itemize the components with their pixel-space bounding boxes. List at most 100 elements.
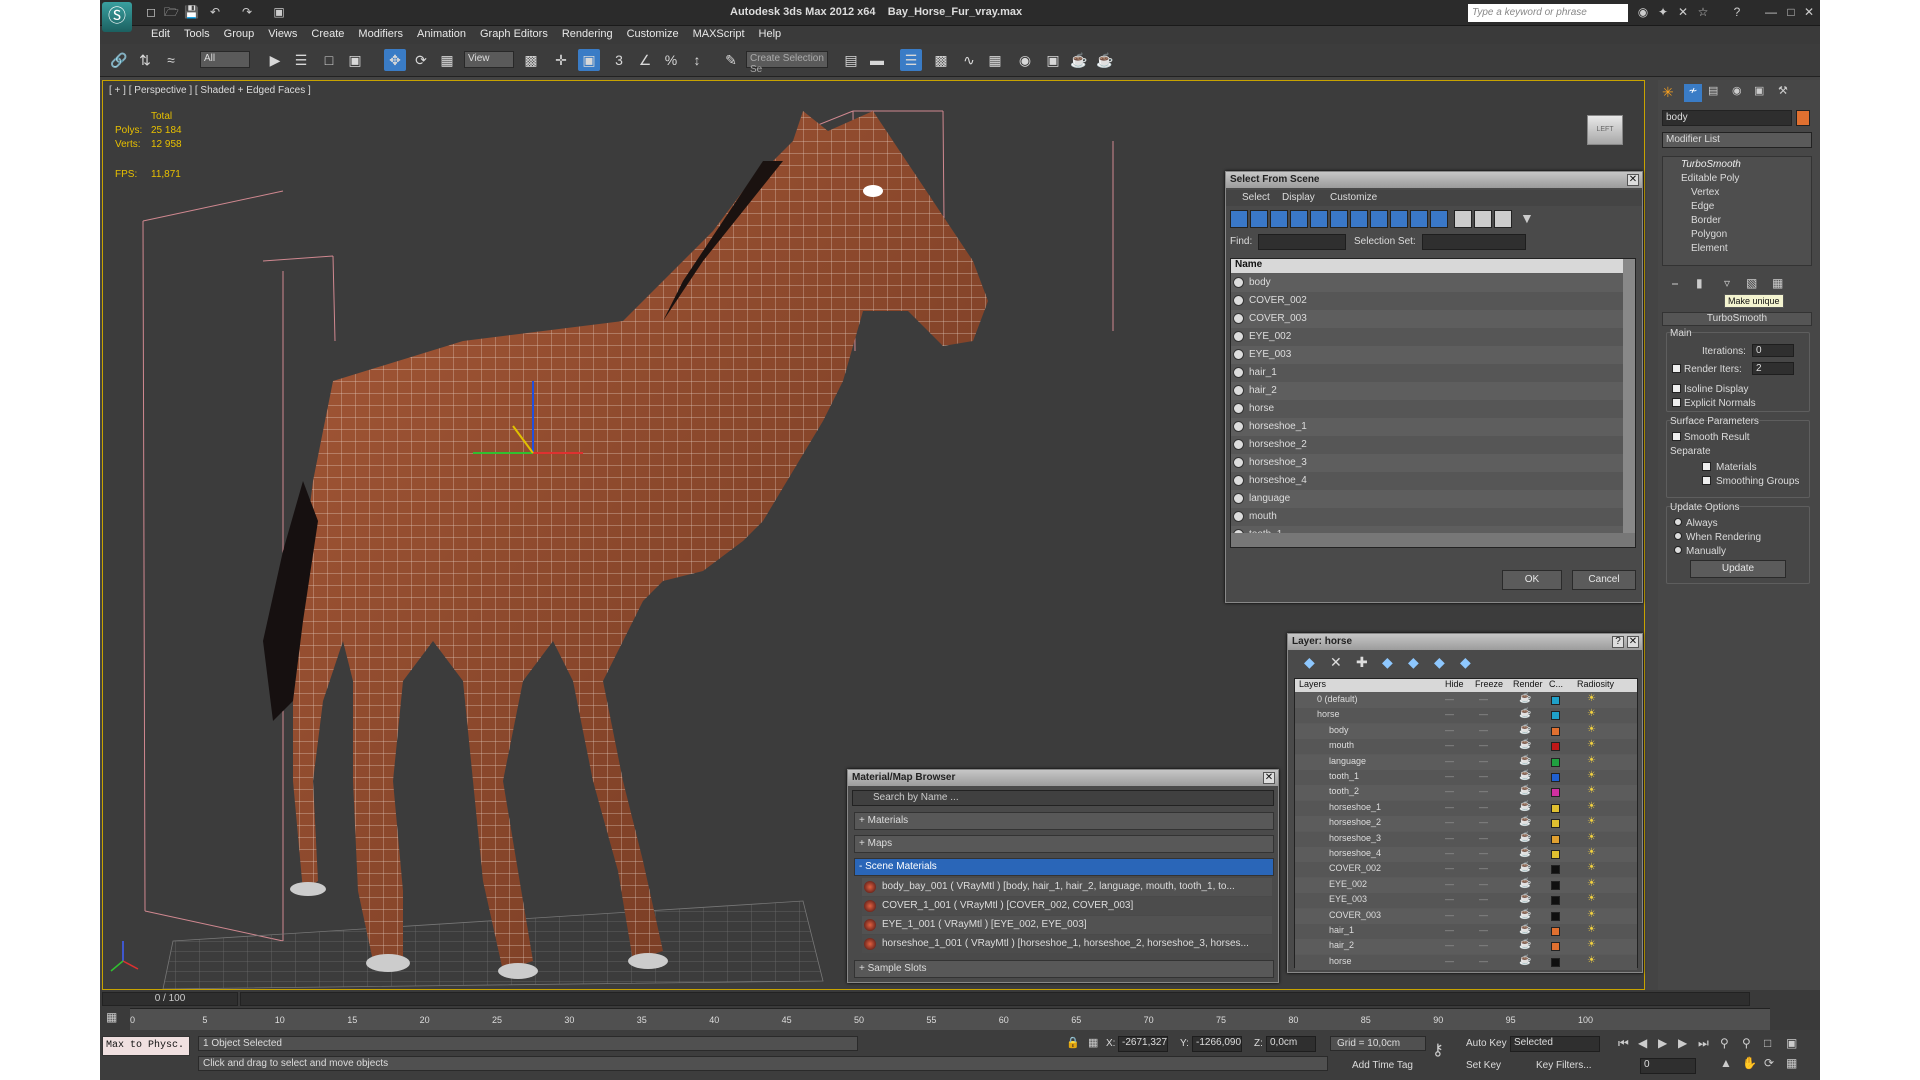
col-hide[interactable]: Hide bbox=[1445, 679, 1464, 689]
z-coordinate-field[interactable]: 0,0cm bbox=[1266, 1036, 1316, 1052]
radiosity-icon[interactable]: ☀ bbox=[1587, 755, 1596, 766]
col-radiosity[interactable]: Radiosity bbox=[1577, 679, 1614, 689]
minimize-icon[interactable]: — bbox=[1764, 5, 1778, 19]
find-input[interactable] bbox=[1258, 234, 1346, 250]
stack-border[interactable]: Border bbox=[1691, 215, 1721, 226]
material-map-browser[interactable]: Material/Map Browser ✕ Search by Name ..… bbox=[847, 769, 1279, 983]
render-teapot-icon[interactable]: ☕ bbox=[1519, 862, 1531, 873]
layer-row[interactable]: tooth_1 — — ☕ ☀ bbox=[1295, 770, 1637, 785]
layer-row[interactable]: EYE_003 — — ☕ ☀ bbox=[1295, 893, 1637, 909]
menu-help[interactable]: Help bbox=[752, 26, 789, 40]
render-teapot-icon[interactable]: ☕ bbox=[1519, 801, 1531, 812]
render-teapot-icon[interactable]: ☕ bbox=[1519, 739, 1531, 750]
select-rotate-icon[interactable]: ⟳ bbox=[410, 49, 432, 71]
select-link-icon[interactable]: 🔗 bbox=[108, 49, 130, 71]
menu-modifiers[interactable]: Modifiers bbox=[351, 26, 410, 40]
layer-color-swatch[interactable] bbox=[1551, 696, 1560, 705]
lock-icon[interactable]: 🔒 bbox=[1066, 1036, 1080, 1049]
add-time-tag[interactable]: Add Time Tag bbox=[1352, 1060, 1413, 1071]
iterations-spinner[interactable]: 0 bbox=[1752, 344, 1794, 357]
layer-row[interactable]: mouth — — ☕ ☀ bbox=[1295, 739, 1637, 755]
hide-toggle[interactable]: — bbox=[1445, 740, 1454, 750]
update-button[interactable]: Update bbox=[1690, 560, 1786, 578]
layer-row[interactable]: hair_2 — — ☕ ☀ bbox=[1295, 939, 1637, 955]
render-teapot-icon[interactable]: ☕ bbox=[1519, 878, 1531, 889]
layer-row[interactable]: COVER_002 — — ☕ ☀ bbox=[1295, 862, 1637, 878]
freeze-toggle[interactable]: — bbox=[1479, 910, 1488, 920]
freeze-toggle[interactable]: — bbox=[1479, 740, 1488, 750]
motion-tab-icon[interactable]: ◉ bbox=[1732, 84, 1742, 97]
hide-toggle[interactable]: — bbox=[1445, 756, 1454, 766]
cancel-button[interactable]: Cancel bbox=[1572, 570, 1636, 590]
menu-display[interactable]: Display bbox=[1282, 192, 1315, 203]
create-tab-icon[interactable]: ✳ bbox=[1662, 84, 1680, 102]
material-search-input[interactable]: Search by Name ... bbox=[852, 790, 1274, 806]
freeze-toggle[interactable]: — bbox=[1479, 771, 1488, 781]
render-teapot-icon[interactable]: ☕ bbox=[1519, 924, 1531, 935]
radiosity-icon[interactable]: ☀ bbox=[1587, 785, 1596, 796]
radiosity-icon[interactable]: ☀ bbox=[1587, 893, 1596, 904]
radiosity-icon[interactable]: ☀ bbox=[1587, 847, 1596, 858]
layer-color-swatch[interactable] bbox=[1551, 880, 1560, 890]
hide-all-icon[interactable]: ◆ bbox=[1434, 654, 1445, 671]
window-crossing-icon[interactable]: ▣ bbox=[344, 49, 366, 71]
sample-slots-group[interactable]: + Sample Slots bbox=[854, 960, 1274, 978]
delete-layer-icon[interactable]: ✕ bbox=[1330, 654, 1342, 671]
hide-toggle[interactable]: — bbox=[1445, 694, 1454, 704]
layer-color-swatch[interactable] bbox=[1551, 927, 1560, 936]
key-icon[interactable]: ⚷ bbox=[1432, 1040, 1444, 1060]
radiosity-icon[interactable]: ☀ bbox=[1587, 909, 1596, 920]
new-file-icon[interactable]: ◻ bbox=[144, 5, 158, 19]
scene-material-item[interactable]: EYE_1_001 ( VRayMtl ) [EYE_002, EYE_003] bbox=[862, 916, 1272, 934]
ok-button[interactable]: OK bbox=[1502, 570, 1562, 590]
scene-object-row[interactable]: horseshoe_3 bbox=[1231, 454, 1623, 472]
tools-icon[interactable]: ✦ bbox=[1656, 5, 1670, 19]
layer-table[interactable]: Layers Hide Freeze Render C... Radiosity… bbox=[1294, 678, 1638, 970]
render-icon[interactable]: ☕ bbox=[1094, 49, 1116, 71]
radiosity-icon[interactable]: ☀ bbox=[1587, 862, 1596, 873]
percent-snap-icon[interactable]: % bbox=[660, 49, 682, 71]
zoom-extents-all-icon[interactable]: ▣ bbox=[1786, 1036, 1797, 1050]
track-bar[interactable]: 0 5 10 15 20 25 30 35 40 45 50 55 60 65 70 75 80 85 90 95 10… bbox=[130, 1008, 1770, 1030]
utilities-tab-icon[interactable]: ⚒ bbox=[1778, 84, 1788, 97]
maximize-icon[interactable]: □ bbox=[1784, 5, 1798, 19]
stack-turbosmooth[interactable]: TurboSmooth bbox=[1681, 159, 1741, 170]
radiosity-icon[interactable]: ☀ bbox=[1587, 816, 1596, 827]
edit-named-sel-icon[interactable]: ✎ bbox=[720, 49, 742, 71]
explicit-normals-checkbox[interactable] bbox=[1672, 398, 1681, 407]
play-icon[interactable]: ▶ bbox=[1658, 1036, 1667, 1050]
filter-funnel-icon[interactable]: ▼ bbox=[1520, 210, 1534, 226]
freeze-toggle[interactable]: — bbox=[1479, 756, 1488, 766]
radiosity-icon[interactable]: ☀ bbox=[1587, 939, 1596, 950]
menu-tools[interactable]: Tools bbox=[177, 26, 217, 40]
layer-row[interactable]: horseshoe_1 — — ☕ ☀ bbox=[1295, 800, 1637, 816]
layer-row[interactable]: tooth_2 — — ☕ ☀ bbox=[1295, 785, 1637, 801]
scene-object-row[interactable]: body bbox=[1231, 274, 1623, 292]
select-scale-icon[interactable]: ▦ bbox=[436, 49, 458, 71]
scene-materials-group[interactable]: - Scene Materials bbox=[854, 858, 1274, 876]
field-of-view-icon[interactable]: ▲ bbox=[1720, 1056, 1732, 1070]
layer-color-swatch[interactable] bbox=[1551, 788, 1560, 798]
absolute-mode-icon[interactable]: ▦ bbox=[1088, 1036, 1098, 1049]
list-scrollbar[interactable] bbox=[1623, 259, 1635, 533]
layer-row[interactable]: horseshoe_4 — — ☕ ☀ bbox=[1295, 847, 1637, 862]
scene-object-row[interactable]: horseshoe_1 bbox=[1231, 418, 1623, 436]
time-slider[interactable]: 0 / 100 bbox=[102, 992, 238, 1006]
render-teapot-icon[interactable]: ☕ bbox=[1519, 755, 1531, 766]
radiosity-icon[interactable]: ☀ bbox=[1587, 770, 1596, 781]
go-to-end-icon[interactable]: ⏭ bbox=[1698, 1036, 1709, 1051]
keyboard-shortcut-icon[interactable]: ▣ bbox=[578, 49, 600, 71]
scene-object-row[interactable]: language bbox=[1231, 490, 1623, 508]
col-color[interactable]: C... bbox=[1549, 679, 1563, 689]
dialog-title[interactable]: Layer: horse bbox=[1288, 634, 1642, 650]
freeze-toggle[interactable]: — bbox=[1479, 940, 1488, 950]
col-layers[interactable]: Layers bbox=[1299, 679, 1326, 689]
layer-row[interactable]: COVER_003 — — ☕ ☀ bbox=[1295, 908, 1637, 924]
scene-object-row[interactable]: COVER_002 bbox=[1231, 292, 1623, 310]
selection-set-dropdown[interactable] bbox=[1422, 234, 1526, 250]
layer-color-swatch[interactable] bbox=[1551, 957, 1560, 967]
scene-object-row[interactable]: EYE_002 bbox=[1231, 328, 1623, 346]
filter-helpers-icon[interactable] bbox=[1310, 210, 1328, 228]
freeze-toggle[interactable]: — bbox=[1479, 817, 1488, 827]
radiosity-icon[interactable]: ☀ bbox=[1587, 878, 1596, 889]
